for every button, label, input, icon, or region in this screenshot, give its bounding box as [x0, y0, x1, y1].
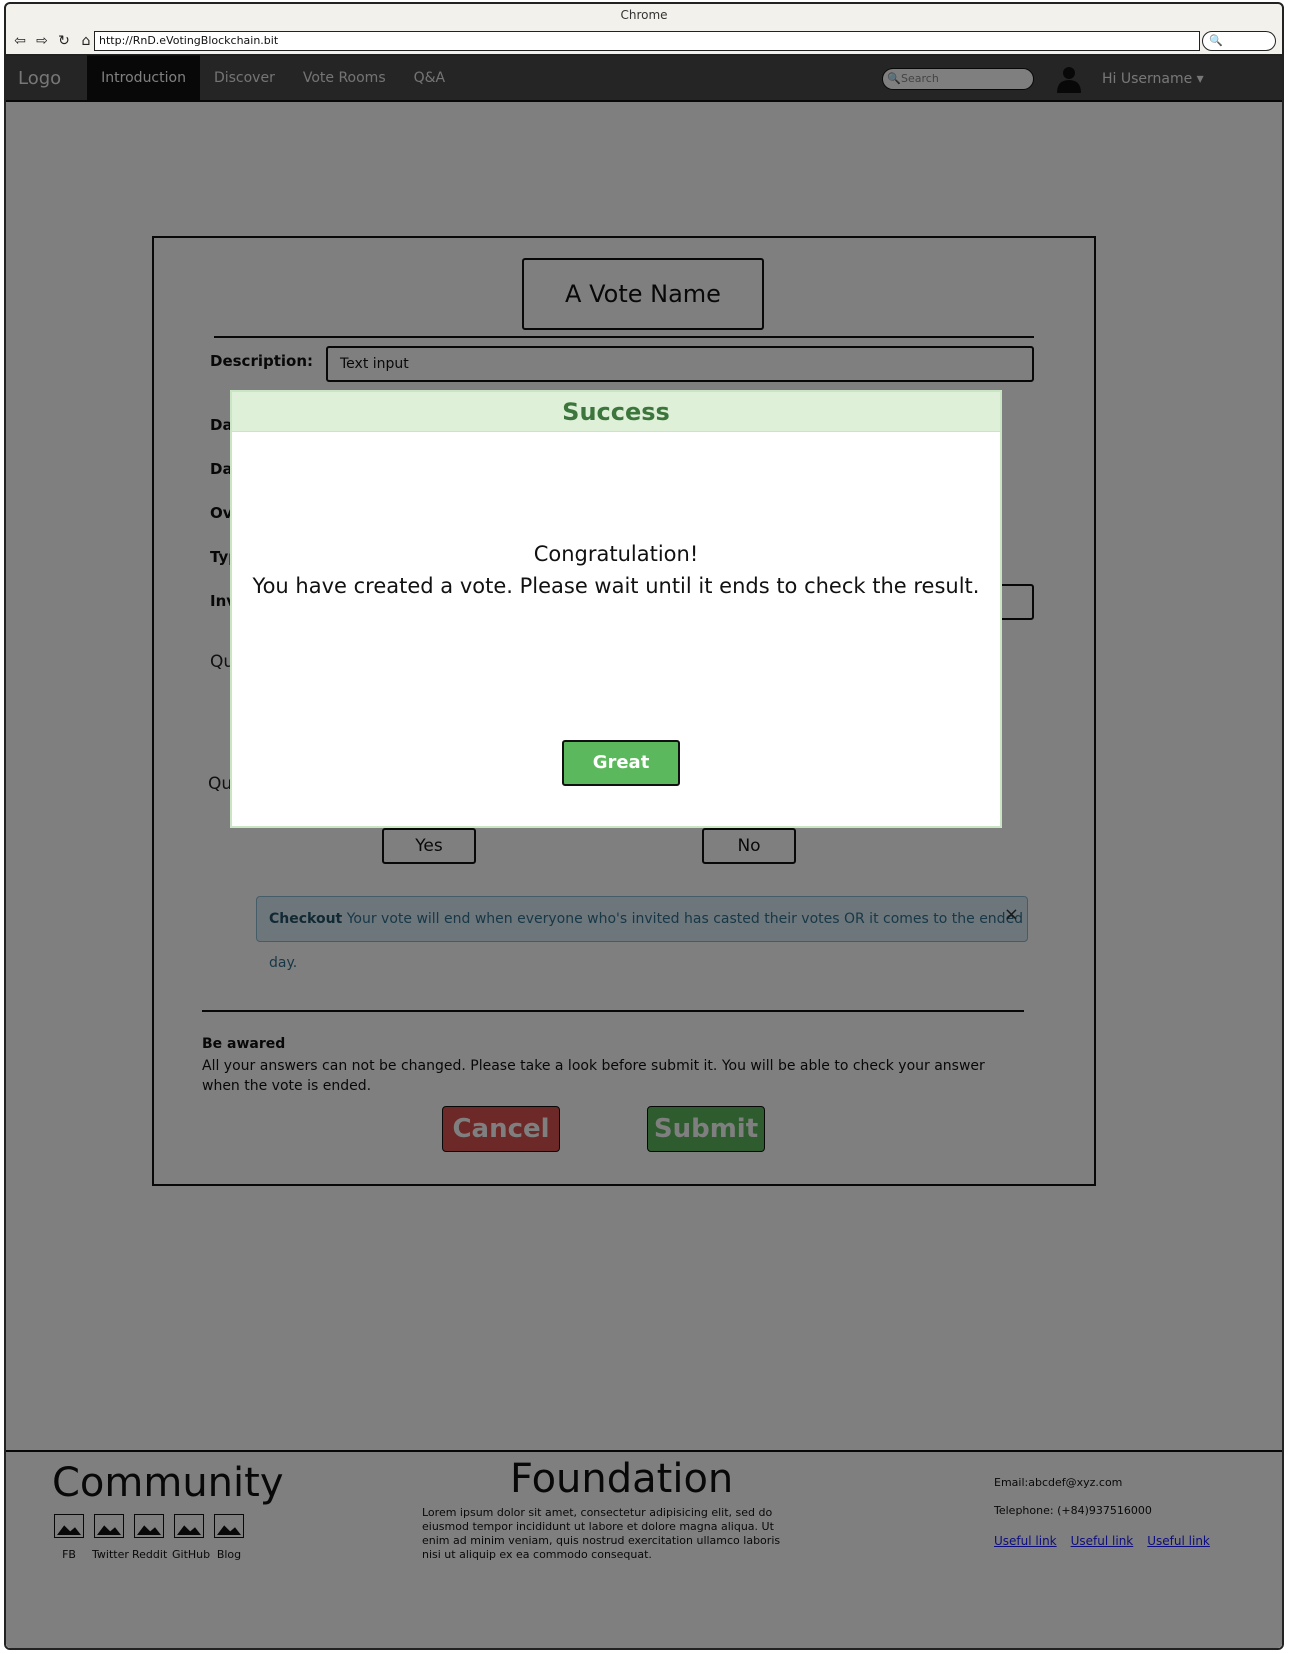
success-modal: Success Congratulation! You have created… — [230, 390, 1002, 828]
browser-window: Chrome ⇦ ⇨ ↻ ⌂ http://RnD.eVotingBlockch… — [4, 2, 1284, 1650]
address-row: ⇦ ⇨ ↻ ⌂ http://RnD.eVotingBlockchain.bit… — [6, 28, 1282, 56]
browser-search-field[interactable]: 🔍 — [1202, 31, 1276, 51]
modal-title: Success — [232, 392, 1000, 432]
reload-icon[interactable]: ↻ — [56, 32, 72, 50]
window-title: Chrome — [620, 8, 668, 22]
modal-backdrop[interactable] — [6, 56, 1282, 1648]
browser-nav-buttons: ⇦ ⇨ ↻ ⌂ — [12, 32, 94, 50]
forward-icon[interactable]: ⇨ — [34, 32, 50, 50]
great-button[interactable]: Great — [562, 740, 680, 786]
back-icon[interactable]: ⇦ — [12, 32, 28, 50]
home-icon[interactable]: ⌂ — [78, 32, 94, 50]
modal-message-body: You have created a vote. Please wait unt… — [252, 574, 980, 598]
search-icon: 🔍 — [1209, 34, 1223, 47]
url-bar[interactable]: http://RnD.eVotingBlockchain.bit — [94, 31, 1200, 51]
modal-message-title: Congratulation! — [533, 542, 699, 566]
